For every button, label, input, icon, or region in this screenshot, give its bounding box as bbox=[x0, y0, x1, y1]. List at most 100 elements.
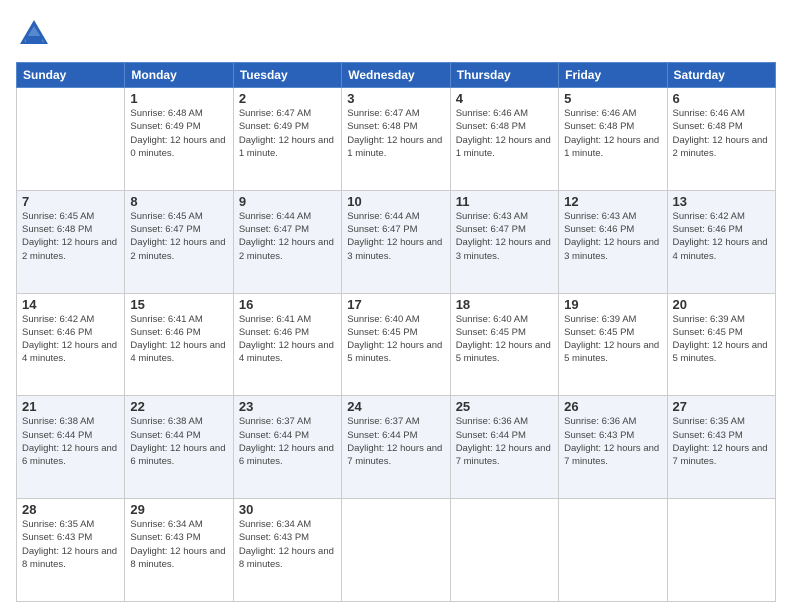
weekday-header: Wednesday bbox=[342, 63, 450, 88]
day-info: Sunrise: 6:35 AMSunset: 6:43 PMDaylight:… bbox=[22, 518, 119, 571]
weekday-header: Saturday bbox=[667, 63, 775, 88]
day-number: 5 bbox=[564, 91, 661, 106]
day-number: 22 bbox=[130, 399, 227, 414]
calendar-cell: 23Sunrise: 6:37 AMSunset: 6:44 PMDayligh… bbox=[233, 396, 341, 499]
day-info: Sunrise: 6:42 AMSunset: 6:46 PMDaylight:… bbox=[22, 313, 119, 366]
calendar-week-row: 14Sunrise: 6:42 AMSunset: 6:46 PMDayligh… bbox=[17, 293, 776, 396]
day-number: 17 bbox=[347, 297, 444, 312]
calendar-cell: 29Sunrise: 6:34 AMSunset: 6:43 PMDayligh… bbox=[125, 499, 233, 602]
day-number: 26 bbox=[564, 399, 661, 414]
day-info: Sunrise: 6:39 AMSunset: 6:45 PMDaylight:… bbox=[673, 313, 770, 366]
calendar-week-row: 28Sunrise: 6:35 AMSunset: 6:43 PMDayligh… bbox=[17, 499, 776, 602]
calendar-week-row: 1Sunrise: 6:48 AMSunset: 6:49 PMDaylight… bbox=[17, 88, 776, 191]
weekday-header: Tuesday bbox=[233, 63, 341, 88]
day-number: 30 bbox=[239, 502, 336, 517]
day-info: Sunrise: 6:36 AMSunset: 6:43 PMDaylight:… bbox=[564, 415, 661, 468]
day-info: Sunrise: 6:42 AMSunset: 6:46 PMDaylight:… bbox=[673, 210, 770, 263]
day-number: 2 bbox=[239, 91, 336, 106]
day-info: Sunrise: 6:37 AMSunset: 6:44 PMDaylight:… bbox=[347, 415, 444, 468]
day-number: 27 bbox=[673, 399, 770, 414]
day-number: 9 bbox=[239, 194, 336, 209]
logo-icon bbox=[16, 16, 52, 52]
day-number: 23 bbox=[239, 399, 336, 414]
day-info: Sunrise: 6:41 AMSunset: 6:46 PMDaylight:… bbox=[130, 313, 227, 366]
calendar-week-row: 21Sunrise: 6:38 AMSunset: 6:44 PMDayligh… bbox=[17, 396, 776, 499]
weekday-header: Thursday bbox=[450, 63, 558, 88]
day-number: 16 bbox=[239, 297, 336, 312]
day-info: Sunrise: 6:38 AMSunset: 6:44 PMDaylight:… bbox=[130, 415, 227, 468]
day-info: Sunrise: 6:44 AMSunset: 6:47 PMDaylight:… bbox=[239, 210, 336, 263]
weekday-header: Monday bbox=[125, 63, 233, 88]
calendar-cell: 26Sunrise: 6:36 AMSunset: 6:43 PMDayligh… bbox=[559, 396, 667, 499]
day-number: 25 bbox=[456, 399, 553, 414]
calendar-cell: 18Sunrise: 6:40 AMSunset: 6:45 PMDayligh… bbox=[450, 293, 558, 396]
calendar-cell: 3Sunrise: 6:47 AMSunset: 6:48 PMDaylight… bbox=[342, 88, 450, 191]
calendar-cell: 12Sunrise: 6:43 AMSunset: 6:46 PMDayligh… bbox=[559, 190, 667, 293]
day-info: Sunrise: 6:35 AMSunset: 6:43 PMDaylight:… bbox=[673, 415, 770, 468]
calendar-cell: 20Sunrise: 6:39 AMSunset: 6:45 PMDayligh… bbox=[667, 293, 775, 396]
day-info: Sunrise: 6:43 AMSunset: 6:47 PMDaylight:… bbox=[456, 210, 553, 263]
weekday-header: Sunday bbox=[17, 63, 125, 88]
day-number: 21 bbox=[22, 399, 119, 414]
day-info: Sunrise: 6:45 AMSunset: 6:47 PMDaylight:… bbox=[130, 210, 227, 263]
calendar-cell bbox=[559, 499, 667, 602]
calendar-cell: 25Sunrise: 6:36 AMSunset: 6:44 PMDayligh… bbox=[450, 396, 558, 499]
day-number: 28 bbox=[22, 502, 119, 517]
calendar-cell: 14Sunrise: 6:42 AMSunset: 6:46 PMDayligh… bbox=[17, 293, 125, 396]
day-info: Sunrise: 6:46 AMSunset: 6:48 PMDaylight:… bbox=[456, 107, 553, 160]
calendar-cell: 4Sunrise: 6:46 AMSunset: 6:48 PMDaylight… bbox=[450, 88, 558, 191]
calendar-cell: 7Sunrise: 6:45 AMSunset: 6:48 PMDaylight… bbox=[17, 190, 125, 293]
calendar-cell: 13Sunrise: 6:42 AMSunset: 6:46 PMDayligh… bbox=[667, 190, 775, 293]
calendar-cell bbox=[667, 499, 775, 602]
calendar-cell: 19Sunrise: 6:39 AMSunset: 6:45 PMDayligh… bbox=[559, 293, 667, 396]
calendar-cell bbox=[450, 499, 558, 602]
day-info: Sunrise: 6:48 AMSunset: 6:49 PMDaylight:… bbox=[130, 107, 227, 160]
day-number: 3 bbox=[347, 91, 444, 106]
day-number: 4 bbox=[456, 91, 553, 106]
page: SundayMondayTuesdayWednesdayThursdayFrid… bbox=[0, 0, 792, 612]
day-info: Sunrise: 6:47 AMSunset: 6:48 PMDaylight:… bbox=[347, 107, 444, 160]
day-info: Sunrise: 6:43 AMSunset: 6:46 PMDaylight:… bbox=[564, 210, 661, 263]
calendar-cell bbox=[17, 88, 125, 191]
calendar-cell: 16Sunrise: 6:41 AMSunset: 6:46 PMDayligh… bbox=[233, 293, 341, 396]
calendar-cell: 15Sunrise: 6:41 AMSunset: 6:46 PMDayligh… bbox=[125, 293, 233, 396]
day-number: 14 bbox=[22, 297, 119, 312]
header bbox=[16, 16, 776, 52]
day-info: Sunrise: 6:47 AMSunset: 6:49 PMDaylight:… bbox=[239, 107, 336, 160]
day-info: Sunrise: 6:46 AMSunset: 6:48 PMDaylight:… bbox=[564, 107, 661, 160]
calendar-cell: 21Sunrise: 6:38 AMSunset: 6:44 PMDayligh… bbox=[17, 396, 125, 499]
calendar-cell: 24Sunrise: 6:37 AMSunset: 6:44 PMDayligh… bbox=[342, 396, 450, 499]
calendar-cell: 27Sunrise: 6:35 AMSunset: 6:43 PMDayligh… bbox=[667, 396, 775, 499]
day-number: 11 bbox=[456, 194, 553, 209]
day-number: 15 bbox=[130, 297, 227, 312]
day-info: Sunrise: 6:46 AMSunset: 6:48 PMDaylight:… bbox=[673, 107, 770, 160]
calendar-cell: 30Sunrise: 6:34 AMSunset: 6:43 PMDayligh… bbox=[233, 499, 341, 602]
calendar-cell: 9Sunrise: 6:44 AMSunset: 6:47 PMDaylight… bbox=[233, 190, 341, 293]
weekday-header: Friday bbox=[559, 63, 667, 88]
day-number: 13 bbox=[673, 194, 770, 209]
day-number: 7 bbox=[22, 194, 119, 209]
day-info: Sunrise: 6:40 AMSunset: 6:45 PMDaylight:… bbox=[347, 313, 444, 366]
day-info: Sunrise: 6:36 AMSunset: 6:44 PMDaylight:… bbox=[456, 415, 553, 468]
day-info: Sunrise: 6:34 AMSunset: 6:43 PMDaylight:… bbox=[130, 518, 227, 571]
day-number: 1 bbox=[130, 91, 227, 106]
day-number: 12 bbox=[564, 194, 661, 209]
calendar-cell: 2Sunrise: 6:47 AMSunset: 6:49 PMDaylight… bbox=[233, 88, 341, 191]
day-info: Sunrise: 6:39 AMSunset: 6:45 PMDaylight:… bbox=[564, 313, 661, 366]
day-number: 24 bbox=[347, 399, 444, 414]
day-info: Sunrise: 6:41 AMSunset: 6:46 PMDaylight:… bbox=[239, 313, 336, 366]
day-info: Sunrise: 6:44 AMSunset: 6:47 PMDaylight:… bbox=[347, 210, 444, 263]
day-number: 10 bbox=[347, 194, 444, 209]
calendar-cell: 10Sunrise: 6:44 AMSunset: 6:47 PMDayligh… bbox=[342, 190, 450, 293]
day-number: 29 bbox=[130, 502, 227, 517]
calendar-cell: 11Sunrise: 6:43 AMSunset: 6:47 PMDayligh… bbox=[450, 190, 558, 293]
calendar-header-row: SundayMondayTuesdayWednesdayThursdayFrid… bbox=[17, 63, 776, 88]
calendar-cell: 17Sunrise: 6:40 AMSunset: 6:45 PMDayligh… bbox=[342, 293, 450, 396]
calendar-table: SundayMondayTuesdayWednesdayThursdayFrid… bbox=[16, 62, 776, 602]
day-number: 18 bbox=[456, 297, 553, 312]
day-number: 8 bbox=[130, 194, 227, 209]
logo bbox=[16, 16, 56, 52]
calendar-cell: 6Sunrise: 6:46 AMSunset: 6:48 PMDaylight… bbox=[667, 88, 775, 191]
calendar-cell: 1Sunrise: 6:48 AMSunset: 6:49 PMDaylight… bbox=[125, 88, 233, 191]
day-info: Sunrise: 6:38 AMSunset: 6:44 PMDaylight:… bbox=[22, 415, 119, 468]
